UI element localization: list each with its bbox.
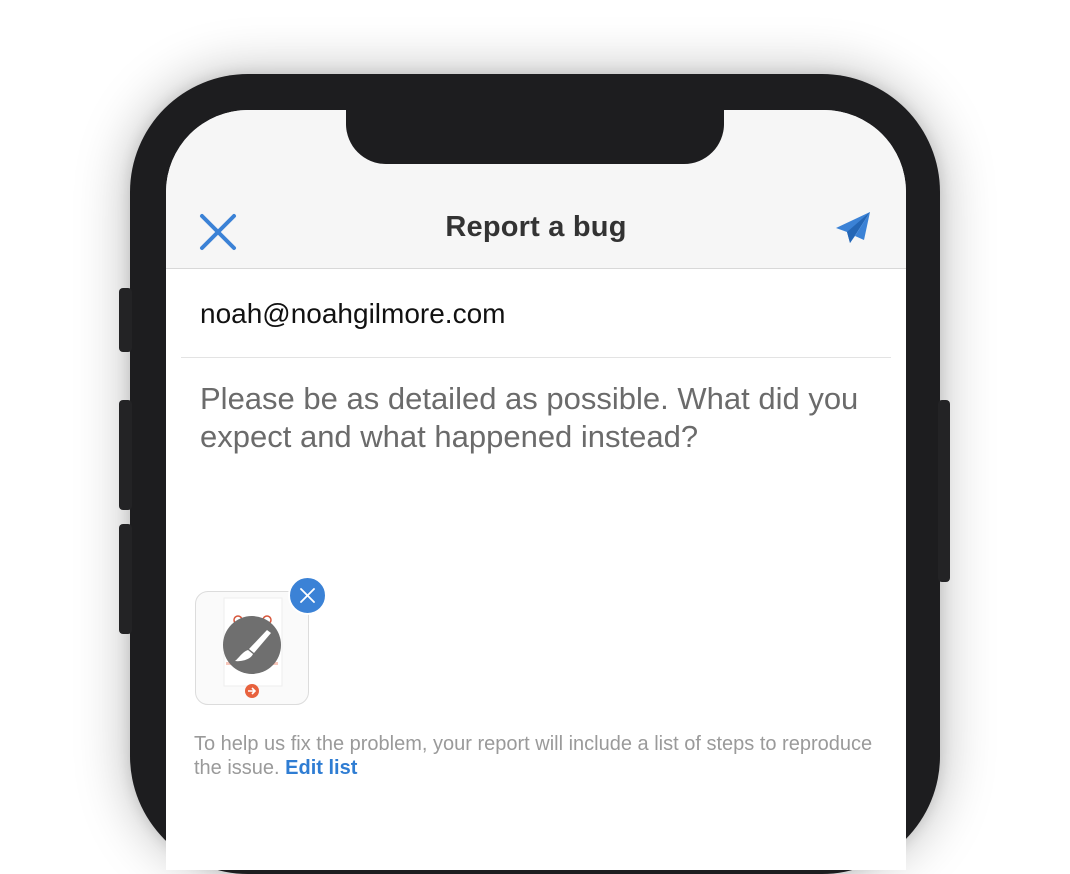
divider: [181, 357, 891, 358]
paper-plane-icon: [836, 212, 870, 243]
notch: [346, 110, 724, 164]
app-screen: Report a bug noah@noahgilmore.com Please…: [166, 110, 906, 870]
volume-down-button: [119, 524, 132, 634]
footer-note: To help us fix the problem, your report …: [194, 732, 884, 780]
page-title: Report a bug: [445, 211, 627, 243]
power-button: [938, 400, 950, 582]
remove-attachment-button[interactable]: [288, 576, 327, 615]
close-icon: [300, 588, 315, 603]
mute-switch: [119, 288, 132, 352]
attachment-thumbnail: [223, 597, 283, 698]
volume-up-button: [119, 400, 132, 510]
edit-list-link[interactable]: Edit list: [285, 757, 357, 779]
email-field[interactable]: noah@noahgilmore.com: [200, 298, 505, 330]
description-textarea[interactable]: Please be as detailed as possible. What …: [200, 380, 880, 456]
send-button[interactable]: [834, 210, 872, 246]
